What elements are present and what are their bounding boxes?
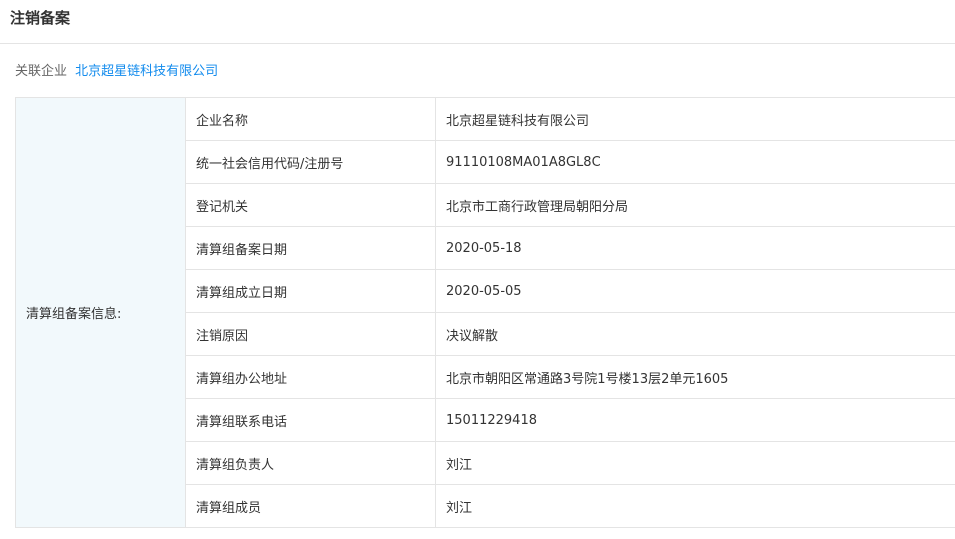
field-label: 注销原因 xyxy=(185,312,436,356)
group-label-cell: 清算组备案信息: xyxy=(15,97,186,528)
field-value: 91110108MA01A8GL8C xyxy=(435,140,955,184)
field-value: 决议解散 xyxy=(435,312,955,356)
field-label: 统一社会信用代码/注册号 xyxy=(185,140,436,184)
field-label: 登记机关 xyxy=(185,183,436,227)
field-value: 15011229418 xyxy=(435,398,955,442)
field-label: 清算组联系电话 xyxy=(185,398,436,442)
field-label: 清算组成员 xyxy=(185,484,436,528)
liquidation-record-table: 清算组备案信息: 企业名称 北京超星链科技有限公司 统一社会信用代码/注册号 9… xyxy=(15,97,955,528)
related-company-link[interactable]: 北京超星链科技有限公司 xyxy=(75,64,218,79)
panel-title: 注销备案 xyxy=(10,9,71,27)
field-label: 清算组成立日期 xyxy=(185,269,436,313)
field-value: 刘江 xyxy=(435,484,955,528)
field-value: 刘江 xyxy=(435,441,955,485)
related-company-row: 关联企业 北京超星链科技有限公司 xyxy=(15,63,218,81)
table-row: 清算组备案信息: 企业名称 北京超星链科技有限公司 xyxy=(15,97,955,528)
related-company-label: 关联企业 xyxy=(15,64,68,79)
field-value: 北京市朝阳区常通路3号院1号楼13层2单元1605 xyxy=(435,355,955,399)
field-label: 清算组备案日期 xyxy=(185,226,436,270)
field-label: 企业名称 xyxy=(185,97,436,141)
field-value: 2020-05-18 xyxy=(435,226,955,270)
field-label: 清算组负责人 xyxy=(185,441,436,485)
field-value: 2020-05-05 xyxy=(435,269,955,313)
field-label: 清算组办公地址 xyxy=(185,355,436,399)
panel-header: 注销备案 xyxy=(0,0,955,44)
field-value: 北京市工商行政管理局朝阳分局 xyxy=(435,183,955,227)
field-value: 北京超星链科技有限公司 xyxy=(435,97,955,141)
